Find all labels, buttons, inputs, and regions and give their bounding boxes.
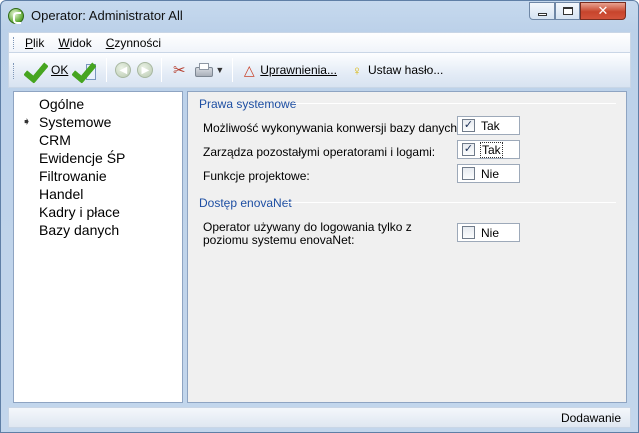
selected-arrow-icon: ➧	[22, 116, 32, 128]
checkbox-field-konwersja[interactable]: ✓ Tak	[457, 116, 520, 135]
sidebar-item-ewidencje[interactable]: Ewidencje ŚP	[39, 149, 125, 167]
group-divider	[286, 202, 616, 203]
menu-grip-handle[interactable]	[13, 37, 16, 49]
close-icon: ✕	[597, 3, 609, 18]
set-password-label: Ustaw hasło...	[367, 63, 444, 77]
checkbox-konwersja[interactable]: ✓	[462, 119, 475, 132]
sidebar-item-handel[interactable]: Handel	[39, 185, 83, 203]
sidebar-item-crm[interactable]: CRM	[39, 131, 71, 149]
menu-widok[interactable]: Widok	[58, 36, 91, 50]
menu-plik[interactable]: Plik	[25, 36, 44, 50]
toolbar-grip-handle[interactable]	[13, 63, 16, 79]
set-password-button[interactable]: ♀ Ustaw hasło...	[346, 57, 446, 83]
minimize-button[interactable]	[529, 2, 555, 20]
title-bar[interactable]: Operator: Administrator All ✕	[1, 1, 638, 31]
sidebar-item-bazy-danych[interactable]: Bazy danych	[39, 221, 119, 239]
app-logo-icon	[8, 8, 24, 24]
check-icon	[24, 58, 48, 82]
checkbox-zarzadza-value: Tak	[480, 141, 503, 158]
maximize-button[interactable]	[555, 2, 580, 20]
menu-bar: Plik Widok Czynności	[8, 32, 631, 52]
sidebar-item-ogolne[interactable]: Ogólne	[39, 95, 84, 113]
ok-label: OK	[51, 63, 69, 77]
checkbox-enovanet[interactable]	[462, 226, 475, 239]
status-mode: Dodawanie	[560, 410, 621, 425]
checkbox-funkcje[interactable]	[462, 167, 475, 180]
print-button[interactable]: ▼	[191, 57, 227, 83]
group-title-dostep-enovanet: Dostęp enovaNet	[199, 196, 292, 210]
checkbox-konwersja-value: Tak	[481, 118, 500, 133]
field-label-zarzadza: Zarządza pozostałymi operatorami i logam…	[203, 145, 436, 159]
forward-icon: ▶	[137, 62, 154, 78]
warning-icon: △	[243, 61, 255, 78]
sidebar-item-systemowe[interactable]: Systemowe	[39, 113, 111, 131]
toolbar-separator	[161, 58, 163, 82]
tools-button[interactable]: ✂	[167, 57, 191, 83]
field-label-funkcje: Funkcje projektowe:	[203, 169, 310, 183]
toolbar-separator	[232, 58, 234, 82]
checkbox-field-zarzadza[interactable]: ✓ Tak	[457, 140, 520, 159]
category-list: Ogólne ➧ Systemowe CRM Ewidencje ŚP Filt…	[13, 91, 183, 403]
chevron-down-icon[interactable]: ▼	[215, 65, 224, 75]
back-icon: ◀	[115, 62, 132, 78]
ok-and-new-button[interactable]	[71, 57, 101, 83]
close-button[interactable]: ✕	[580, 2, 626, 20]
field-label-enovanet-line2: poziomu systemu enovaNet:	[203, 233, 355, 247]
check-doc-icon	[74, 58, 98, 82]
window-title: Operator: Administrator All	[31, 8, 183, 23]
field-label-konwersja: Możliwość wykonywania konwersji bazy dan…	[203, 121, 461, 135]
checkbox-field-funkcje[interactable]: Nie	[457, 164, 520, 183]
forward-button[interactable]: ▶	[134, 57, 156, 83]
sidebar-item-filtrowanie[interactable]: Filtrowanie	[39, 167, 107, 185]
group-divider	[294, 103, 616, 104]
settings-panel: Prawa systemowe Możliwość wykonywania ko…	[187, 91, 627, 403]
checkbox-zarzadza[interactable]: ✓	[462, 143, 475, 156]
group-title-prawa-systemowe: Prawa systemowe	[199, 97, 297, 111]
status-bar: Dodawanie	[8, 407, 631, 428]
toolbar-separator	[106, 58, 108, 82]
back-button[interactable]: ◀	[112, 57, 134, 83]
checkbox-enovanet-value: Nie	[481, 225, 500, 240]
checkbox-field-enovanet[interactable]: Nie	[457, 223, 520, 242]
ok-button[interactable]: OK	[21, 57, 71, 83]
application-window: Operator: Administrator All ✕ Plik Widok…	[0, 0, 639, 433]
checkbox-funkcje-value: Nie	[481, 166, 500, 181]
sidebar-item-kadry[interactable]: Kadry i płace	[39, 203, 120, 221]
key-icon: ♀	[352, 62, 362, 78]
menu-czynnosci[interactable]: Czynności	[106, 36, 161, 50]
tools-icon: ✂	[173, 62, 186, 79]
printer-icon	[194, 62, 214, 78]
maximize-icon	[562, 7, 573, 15]
permissions-label: Uprawnienia...	[260, 63, 337, 77]
minimize-icon	[537, 12, 547, 16]
permissions-button[interactable]: △ Uprawnienia...	[238, 57, 340, 83]
toolbar: OK ◀ ▶ ✂ ▼ △ Uprawnienia... ♀ Ustaw hasł…	[8, 52, 631, 88]
